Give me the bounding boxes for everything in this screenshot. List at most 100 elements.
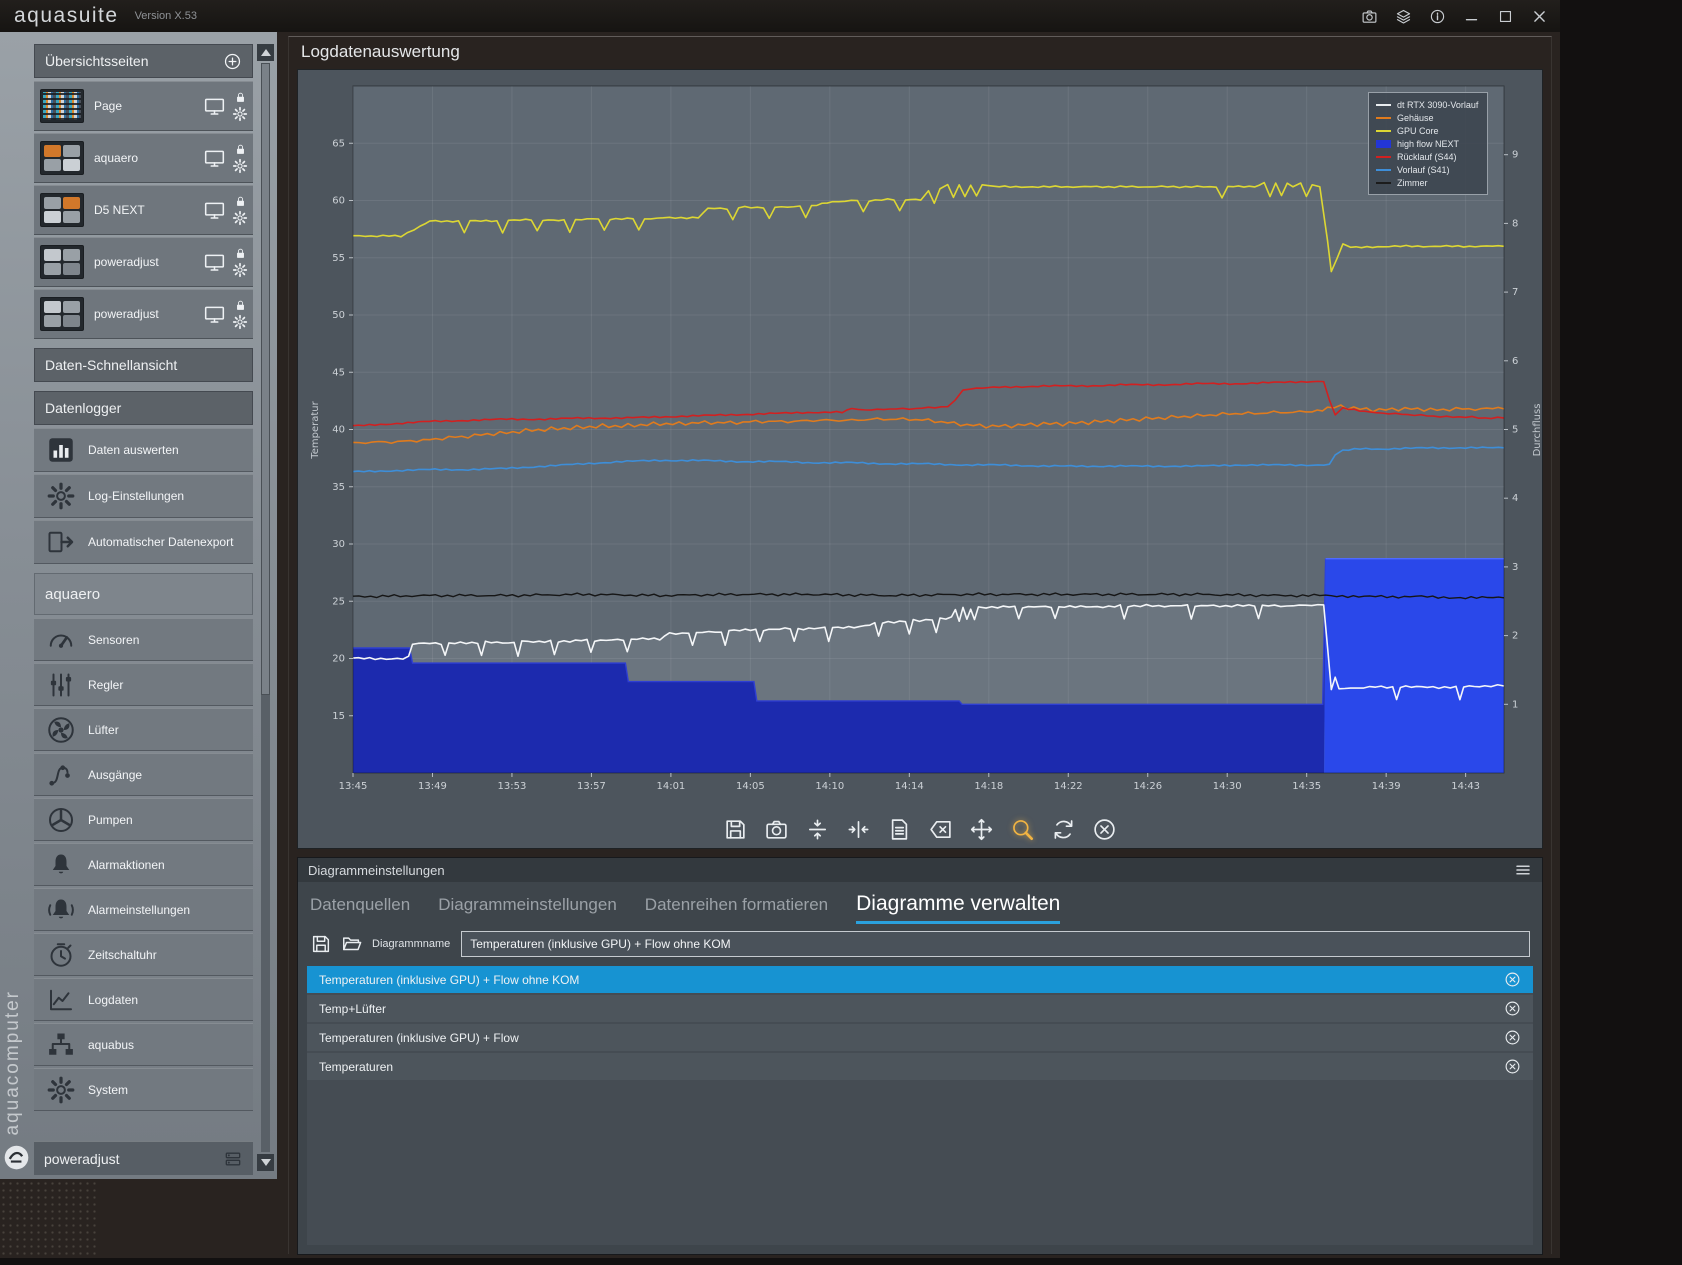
tab-diagramme-verwalten[interactable]: Diagramme verwalten <box>856 892 1061 924</box>
svg-text:14:30: 14:30 <box>1213 781 1242 792</box>
info-icon[interactable] <box>1429 8 1446 25</box>
scrollbar-thumb[interactable] <box>261 63 270 695</box>
sidebar-item-aquabus[interactable]: aquabus <box>34 1023 253 1066</box>
overview-page-item-aquaero[interactable]: aquaero <box>34 133 253 183</box>
titlebar-icons <box>1361 8 1548 25</box>
scroll-down-icon[interactable] <box>257 1154 274 1171</box>
lock-icon[interactable] <box>234 143 247 156</box>
svg-text:13:49: 13:49 <box>418 781 447 792</box>
diagram-row-label: Temperaturen (inklusive GPU) + Flow ohne… <box>319 972 580 987</box>
gear-icon[interactable] <box>232 158 248 174</box>
gear-icon[interactable] <box>232 106 248 122</box>
sidebar-item-alarmaktionen[interactable]: Alarmaktionen <box>34 843 253 886</box>
abort-icon[interactable] <box>1092 817 1117 842</box>
scroll-up-icon[interactable] <box>257 44 274 61</box>
fan-icon <box>46 715 76 745</box>
settings-panel: Diagrammeinstellungen Datenquellen Diagra… <box>297 857 1543 1255</box>
minimize-icon[interactable] <box>1463 8 1480 25</box>
scrollbar-track[interactable] <box>261 63 270 1152</box>
sidebar-item-daten-auswerten[interactable]: Daten auswerten <box>34 428 253 472</box>
sidebar-item-zeitschaltuhr[interactable]: Zeitschaltuhr <box>34 933 253 976</box>
legend-swatch <box>1376 139 1391 148</box>
open-icon[interactable] <box>341 933 363 955</box>
monitor-icon[interactable] <box>202 199 227 222</box>
close-icon[interactable] <box>1531 8 1548 25</box>
sidebar-item-ausgänge[interactable]: Ausgänge <box>34 753 253 796</box>
legend-entry: Gehäuse <box>1376 111 1480 124</box>
overview-page-item-poweradjust[interactable]: poweradjust <box>34 289 253 339</box>
sidebar-header-uebersichtsseiten[interactable]: Übersichtsseiten <box>34 44 253 78</box>
monitor-icon[interactable] <box>202 251 227 274</box>
menu-icon[interactable] <box>1514 861 1532 879</box>
tab-datenreihen-formatieren[interactable]: Datenreihen formatieren <box>645 895 828 921</box>
pan-icon[interactable] <box>969 817 994 842</box>
clear-icon[interactable] <box>928 817 953 842</box>
overview-page-item-poweradjust[interactable]: poweradjust <box>34 237 253 287</box>
monitor-icon[interactable] <box>202 95 227 118</box>
tab-diagrammeinstellungen[interactable]: Diagrammeinstellungen <box>438 895 617 921</box>
monitor-icon[interactable] <box>202 303 227 326</box>
gear-icon[interactable] <box>232 210 248 226</box>
report-icon[interactable] <box>887 817 912 842</box>
svg-text:4: 4 <box>1512 493 1518 504</box>
layers-icon[interactable] <box>1395 8 1412 25</box>
diagram-row-temperaturen-inklusive-gpu-flow-ohne-kom[interactable]: Temperaturen (inklusive GPU) + Flow ohne… <box>307 966 1533 993</box>
svg-text:55: 55 <box>332 253 345 264</box>
chart-toolbar <box>298 817 1542 842</box>
fit-vertical-icon[interactable] <box>805 817 830 842</box>
maximize-icon[interactable] <box>1497 8 1514 25</box>
tab-datenquellen[interactable]: Datenquellen <box>310 895 410 921</box>
svg-text:14:39: 14:39 <box>1372 781 1401 792</box>
monitor-icon[interactable] <box>202 147 227 170</box>
sidebar-item-pumpen[interactable]: Pumpen <box>34 798 253 841</box>
save-icon[interactable] <box>310 933 332 955</box>
alarm-settings-icon <box>46 895 76 925</box>
gear-icon[interactable] <box>232 314 248 330</box>
diagram-name-label: Diagrammname <box>372 938 451 950</box>
lock-icon[interactable] <box>234 195 247 208</box>
export-icon <box>46 527 76 557</box>
refresh-icon[interactable] <box>1051 817 1076 842</box>
settings-tabs: Datenquellen Diagrammeinstellungen Datenre… <box>298 882 1542 926</box>
add-page-icon[interactable] <box>223 52 242 71</box>
remove-icon[interactable] <box>1504 1000 1521 1017</box>
sidebar-item-log-einstellungen[interactable]: Log-Einstellungen <box>34 474 253 518</box>
lock-icon[interactable] <box>234 299 247 312</box>
sidebar-header-daten-schnellansicht[interactable]: Daten-Schnellansicht <box>34 348 253 382</box>
sidebar-item-regler[interactable]: Regler <box>34 663 253 706</box>
lock-icon[interactable] <box>234 247 247 260</box>
sidebar-header-datenlogger[interactable]: Datenlogger <box>34 391 253 425</box>
fit-horizontal-icon[interactable] <box>846 817 871 842</box>
diagram-row-temperaturen[interactable]: Temperaturen <box>307 1053 1533 1080</box>
bus-icon <box>46 1030 76 1060</box>
sidebar-header-aquaero[interactable]: aquaero <box>34 573 253 615</box>
overview-page-item-page[interactable]: Page <box>34 81 253 131</box>
sidebar-content: Übersichtsseiten Page aquaero D5 NEXT po… <box>34 44 253 1133</box>
remove-icon[interactable] <box>1504 971 1521 988</box>
diagram-row-temp-lüfter[interactable]: Temp+Lüfter <box>307 995 1533 1022</box>
screenshot-icon[interactable] <box>764 817 789 842</box>
svg-text:2: 2 <box>1512 631 1518 642</box>
zoom-icon[interactable] <box>1010 817 1035 842</box>
lock-icon[interactable] <box>234 91 247 104</box>
screenshot-icon[interactable] <box>1361 8 1378 25</box>
diagram-name-input[interactable] <box>461 931 1530 957</box>
sidebar-item-logdaten[interactable]: Logdaten <box>34 978 253 1021</box>
remove-icon[interactable] <box>1504 1029 1521 1046</box>
gear-icon[interactable] <box>232 262 248 278</box>
sidebar-item-sensoren[interactable]: Sensoren <box>34 618 253 661</box>
diagram-row-temperaturen-inklusive-gpu-flow[interactable]: Temperaturen (inklusive GPU) + Flow <box>307 1024 1533 1051</box>
sidebar-item-system[interactable]: System <box>34 1068 253 1111</box>
overview-page-item-d5-next[interactable]: D5 NEXT <box>34 185 253 235</box>
sidebar-item-alarmeinstellungen[interactable]: Alarmeinstellungen <box>34 888 253 931</box>
sidebar-item-lüfter[interactable]: Lüfter <box>34 708 253 751</box>
log-chart[interactable]: 152025303540455055606512345678913:45 13:4… <box>298 72 1544 796</box>
sidebar-scrollbar[interactable] <box>257 44 274 1171</box>
sidebar-item-automatischer-datenexport[interactable]: Automatischer Datenexport <box>34 520 253 564</box>
remove-icon[interactable] <box>1504 1058 1521 1075</box>
save-icon[interactable] <box>723 817 748 842</box>
outputs-icon <box>46 760 76 790</box>
sidebar-item-poweradjust-section[interactable]: poweradjust <box>34 1141 253 1175</box>
legend-swatch <box>1376 129 1391 132</box>
sidebar-header-label: Daten-Schnellansicht <box>45 357 178 373</box>
